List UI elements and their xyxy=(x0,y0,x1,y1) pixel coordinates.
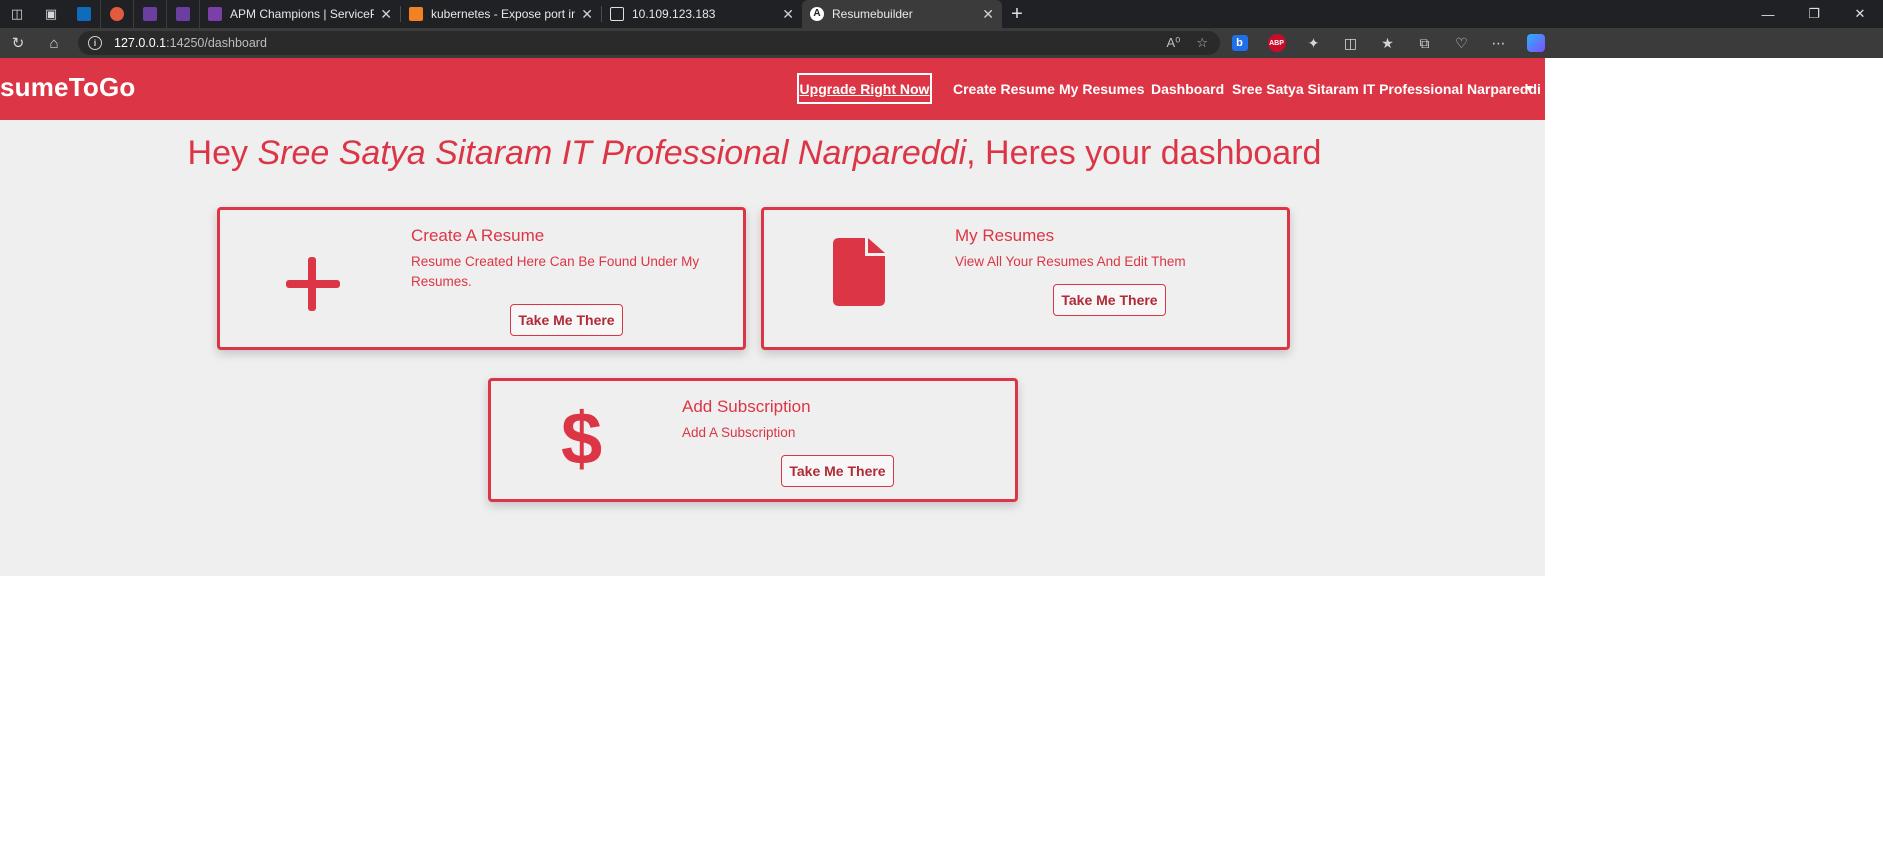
bing-extension[interactable]: b xyxy=(1221,35,1258,51)
card-title: Add Subscription xyxy=(682,397,811,416)
adblock-icon: ABP xyxy=(1267,34,1286,52)
servicenow-icon xyxy=(208,7,222,21)
portal-icon xyxy=(176,7,190,21)
tab-actions-icon[interactable]: ▣ xyxy=(34,0,68,28)
split-screen-icon[interactable]: ◫ xyxy=(1332,35,1369,52)
create-resume-card: Create A Resume Resume Created Here Can … xyxy=(217,207,746,350)
extensions-area: b ABP ✦ ◫ ★ ⧉ ♡ ⋯ xyxy=(1221,28,1554,58)
page-icon xyxy=(610,7,624,21)
minimize-icon[interactable]: — xyxy=(1745,0,1791,28)
add-subscription-card: $ Add Subscription Add A Subscription Ta… xyxy=(488,378,1018,502)
file-icon xyxy=(833,238,885,306)
tab-kubernetes[interactable]: kubernetes - Expose port in mini ✕ xyxy=(401,0,601,28)
outlook-icon xyxy=(77,7,91,21)
app-icon xyxy=(110,7,124,21)
pinned-tab-outlook[interactable] xyxy=(68,0,101,28)
new-tab-button[interactable]: + xyxy=(1002,0,1032,28)
nav-dashboard[interactable]: Dashboard xyxy=(1151,81,1224,97)
brand-logo[interactable]: sumeToGo xyxy=(0,72,135,103)
browser-essentials-icon[interactable]: ♡ xyxy=(1443,35,1480,52)
address-bar[interactable]: i 127.0.0.1:14250/dashboard A⁰ ☆ xyxy=(78,31,1220,55)
restore-icon[interactable]: ❐ xyxy=(1791,0,1837,28)
dollar-icon: $ xyxy=(561,397,603,480)
page-viewport: sumeToGo Upgrade Right Now Create Resume… xyxy=(0,58,1883,854)
collections-icon[interactable]: ⧉ xyxy=(1406,35,1443,52)
favorite-star-icon[interactable]: ☆ xyxy=(1196,35,1208,51)
tab-ip-address[interactable]: 10.109.123.183 ✕ xyxy=(602,0,802,28)
card-text: Resume Created Here Can Be Found Under M… xyxy=(411,254,700,289)
copilot-icon xyxy=(1526,34,1545,52)
home-icon[interactable]: ⌂ xyxy=(36,28,72,58)
app-container: sumeToGo Upgrade Right Now Create Resume… xyxy=(0,58,1545,576)
close-window-icon[interactable]: ✕ xyxy=(1837,0,1883,28)
card-title: My Resumes xyxy=(955,226,1055,245)
window-controls: — ❐ ✕ xyxy=(1745,0,1883,28)
browser-tab-strip: ◫ ▣ APM Champions | ServicePortal ✕ kube… xyxy=(0,0,1883,28)
plus-icon xyxy=(286,257,340,311)
card-text: Add A Subscription xyxy=(682,425,796,440)
navbar: sumeToGo Upgrade Right Now Create Resume… xyxy=(0,58,1545,120)
read-aloud-icon[interactable]: A⁰ xyxy=(1166,35,1180,51)
site-info-icon[interactable]: i xyxy=(88,36,102,50)
browser-toolbar: ↻ ⌂ i 127.0.0.1:14250/dashboard A⁰ ☆ b A… xyxy=(0,28,1883,58)
refresh-icon[interactable]: ↻ xyxy=(0,28,36,58)
take-me-there-button[interactable]: Take Me There xyxy=(1053,284,1166,316)
card-text: View All Your Resumes And Edit Them xyxy=(955,254,1186,269)
close-icon[interactable]: ✕ xyxy=(380,6,392,23)
caret-down-icon[interactable] xyxy=(1525,86,1533,91)
page-title: Hey Sree Satya Sitaram IT Professional N… xyxy=(187,134,1322,172)
nav-create-resume[interactable]: Create Resume xyxy=(953,81,1055,97)
more-menu-icon[interactable]: ⋯ xyxy=(1480,35,1517,52)
card-title: Create A Resume xyxy=(411,226,545,245)
extensions-icon[interactable]: ✦ xyxy=(1295,35,1332,52)
pinned-tab-portal-2[interactable] xyxy=(167,0,200,28)
adblock-extension[interactable]: ABP xyxy=(1258,34,1295,52)
pinned-tab-portal[interactable] xyxy=(134,0,167,28)
upgrade-button[interactable]: Upgrade Right Now xyxy=(797,73,932,104)
tab-resumebuilder[interactable]: A Resumebuilder ✕ xyxy=(802,0,1002,28)
nav-my-resumes[interactable]: My Resumes xyxy=(1059,81,1145,97)
portal-icon xyxy=(143,7,157,21)
take-me-there-button[interactable]: Take Me There xyxy=(510,304,623,336)
my-resumes-card: My Resumes View All Your Resumes And Edi… xyxy=(761,207,1290,350)
angular-icon: A xyxy=(810,7,824,21)
pinned-tab-app[interactable] xyxy=(101,0,134,28)
close-icon[interactable]: ✕ xyxy=(782,6,794,23)
close-icon[interactable]: ✕ xyxy=(581,6,593,23)
bing-icon: b xyxy=(1231,35,1248,51)
stackoverflow-icon xyxy=(409,7,423,21)
take-me-there-button[interactable]: Take Me There xyxy=(781,455,894,487)
workspaces-icon[interactable]: ◫ xyxy=(0,0,34,28)
tab-apm-champions[interactable]: APM Champions | ServicePortal ✕ xyxy=(200,0,400,28)
user-menu-toggle[interactable]: Sree Satya Sitaram IT Professional Narpa… xyxy=(1232,81,1541,97)
favorites-icon[interactable]: ★ xyxy=(1369,35,1406,52)
close-icon[interactable]: ✕ xyxy=(982,6,994,23)
user-name: Sree Satya Sitaram IT Professional Narpa… xyxy=(257,134,967,172)
copilot-button[interactable] xyxy=(1517,34,1554,52)
